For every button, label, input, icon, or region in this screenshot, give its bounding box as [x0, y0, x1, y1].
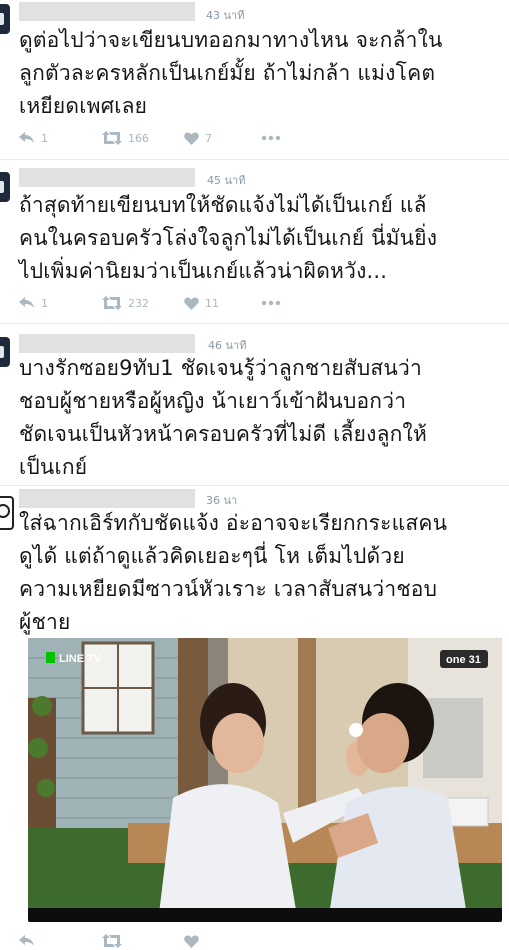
- reply-icon: [19, 297, 34, 308]
- media-bottom-bar: [28, 908, 502, 922]
- tweet-text: ถ้าสุดท้ายเขียนบทให้ชัดแจ้งไม่ได้เป็นเกย…: [19, 193, 438, 283]
- retweet-button[interactable]: 232: [102, 294, 149, 312]
- avatar[interactable]: [0, 4, 10, 34]
- more-button[interactable]: [261, 129, 281, 147]
- avatar[interactable]: [0, 496, 14, 530]
- like-button[interactable]: 7: [184, 129, 212, 147]
- tweet-text: ใส่ฉากเอิร์ทกับชัดแจ้ง อ่ะอาจจะเรียกกระแ…: [19, 511, 448, 634]
- avatar[interactable]: [0, 172, 10, 202]
- reply-button[interactable]: 1: [19, 129, 48, 147]
- retweet-icon: [102, 934, 122, 948]
- like-count: 7: [205, 131, 212, 145]
- tweet-text: บางรักซอย9ทับ1 ชัดเจนรู้ว่าลูกชายสับสนว่…: [19, 356, 428, 479]
- like-button[interactable]: [184, 932, 199, 950]
- redacted-username: [19, 2, 195, 21]
- like-count: 11: [205, 296, 219, 310]
- redacted-username: [19, 168, 195, 187]
- tweet-timestamp[interactable]: 45 นาที: [207, 171, 245, 189]
- tweet-media-image[interactable]: LINE TV one 31: [28, 638, 502, 922]
- heart-icon: [184, 131, 199, 145]
- tweet-actions: [19, 932, 319, 950]
- like-button[interactable]: 11: [184, 294, 219, 312]
- retweet-icon: [102, 296, 122, 310]
- reply-button[interactable]: 1: [19, 294, 48, 312]
- tv-scene-illustration: LINE TV one 31: [28, 638, 502, 922]
- more-dots-icon: [261, 135, 281, 141]
- one31-watermark: one 31: [446, 654, 481, 666]
- heart-icon: [184, 296, 199, 310]
- reply-count: 1: [41, 131, 48, 145]
- tweet-actions: 1 232 11: [19, 294, 319, 312]
- retweet-button[interactable]: [102, 932, 122, 950]
- divider: [0, 159, 509, 160]
- reply-button[interactable]: [19, 932, 35, 950]
- redacted-username: [19, 489, 195, 508]
- tweet-actions: 1 166 7: [19, 129, 319, 147]
- heart-icon: [184, 934, 199, 948]
- redacted-username: [19, 334, 195, 353]
- retweet-button[interactable]: 166: [102, 129, 149, 147]
- more-button[interactable]: [261, 294, 281, 312]
- divider: [0, 323, 509, 324]
- line-tv-watermark: LINE TV: [59, 653, 102, 665]
- retweet-count: 232: [128, 296, 149, 310]
- divider: [0, 485, 509, 486]
- retweet-icon: [102, 131, 122, 145]
- tweet-text: ดูต่อไปว่าจะเขียนบทออกมาทางไหน จะกล้าใน …: [19, 28, 443, 118]
- reply-count: 1: [41, 296, 48, 310]
- more-dots-icon: [261, 300, 281, 306]
- tweet-timestamp[interactable]: 43 นาที: [206, 6, 244, 24]
- retweet-count: 166: [128, 131, 149, 145]
- avatar[interactable]: [0, 337, 10, 367]
- reply-icon: [19, 935, 34, 946]
- reply-icon: [19, 132, 34, 143]
